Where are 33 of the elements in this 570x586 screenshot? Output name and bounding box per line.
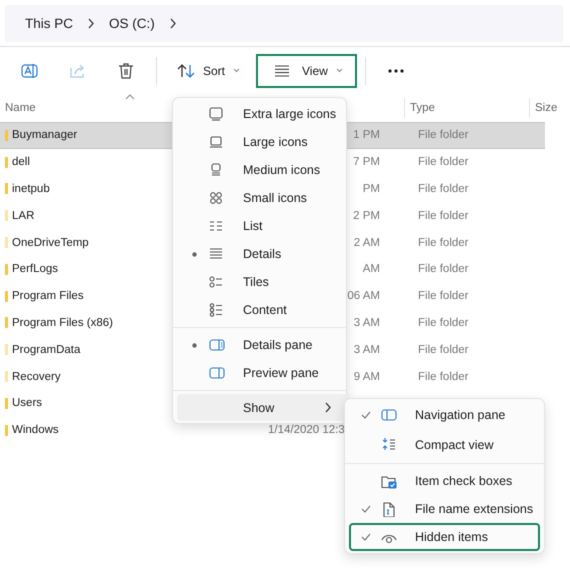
file-name: Program Files (x86): [12, 316, 113, 329]
file-name: LAR: [12, 210, 34, 222]
date-modified: 3 AM: [354, 316, 380, 329]
file-type: File folder: [418, 236, 468, 249]
date-modified: 2 PM: [353, 210, 380, 222]
file-type: File folder: [418, 344, 468, 356]
file-name: Program Files: [12, 290, 84, 302]
file-name: PerfLogs: [12, 263, 58, 276]
file-type: File folder: [418, 370, 468, 383]
file-name: ProgramData: [12, 344, 80, 356]
date-modified: PM: [362, 182, 380, 195]
date-modified: 1 PM: [353, 129, 380, 142]
file-type: File folder: [418, 263, 468, 276]
file-name: Recovery: [12, 370, 61, 383]
file-name: Users: [12, 397, 42, 410]
file-type: File folder: [418, 210, 468, 222]
date-modified: 9 AM: [354, 370, 380, 383]
date-modified: AM: [362, 263, 380, 276]
file-type: File folder: [418, 156, 468, 168]
file-name: Buymanager: [12, 129, 78, 142]
date-modified: 06 AM: [347, 290, 380, 302]
file-type: File folder: [418, 182, 468, 195]
file-type: File folder: [418, 129, 468, 142]
date-modified: 7 PM: [353, 156, 380, 168]
date-modified: 3 AM: [354, 344, 380, 356]
file-name: OneDriveTemp: [12, 236, 89, 249]
file-name: inetpub: [12, 182, 50, 195]
file-name: Windows: [12, 424, 59, 436]
date-modified: 1/14/2020 12:3: [268, 424, 345, 436]
file-name: dell: [12, 156, 30, 168]
file-type: File folder: [418, 290, 468, 302]
date-modified: 2 AM: [354, 236, 380, 249]
file-type: File folder: [418, 316, 468, 329]
